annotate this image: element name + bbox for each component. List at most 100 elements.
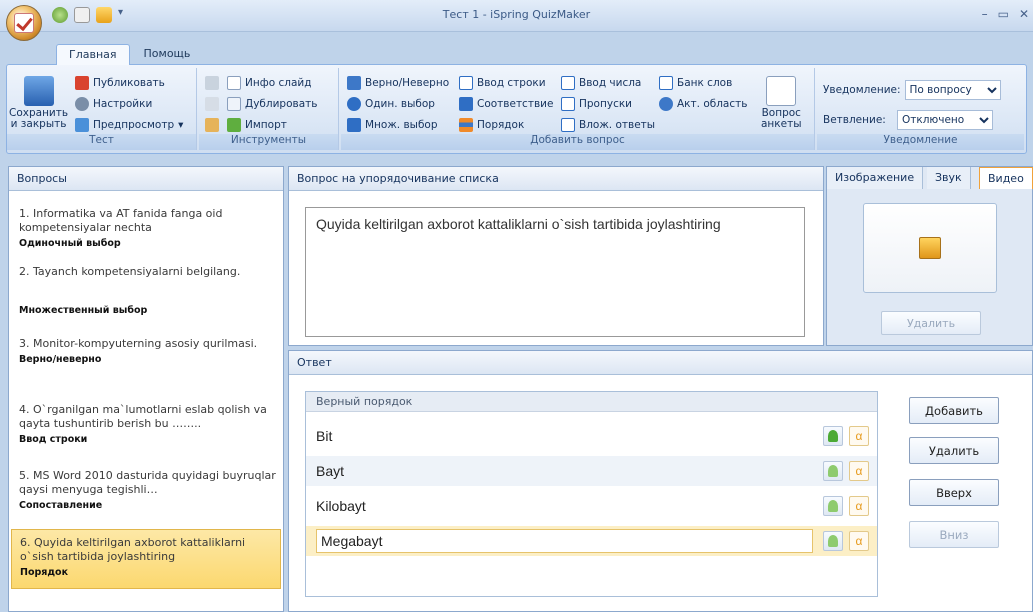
tab-video[interactable]: Видео (979, 167, 1033, 189)
feedback-icon[interactable] (823, 426, 843, 446)
group-label-test: Тест (7, 134, 196, 150)
feedback-icon[interactable] (823, 461, 843, 481)
info-slide-button[interactable]: Инфо слайд (227, 76, 311, 90)
answer-row[interactable]: Bit α (306, 421, 877, 451)
short-answer-button[interactable]: Ввод строки (459, 76, 546, 90)
settings-button[interactable]: Настройки (75, 97, 152, 111)
duplicate-icon (227, 97, 241, 111)
video-icon (919, 237, 941, 259)
paste-button[interactable] (205, 118, 219, 132)
survey-icon (766, 76, 797, 106)
scissors-icon (205, 76, 219, 90)
true-false-icon (347, 76, 361, 90)
question-type: Ввод строки (19, 434, 88, 445)
dropdowns-button[interactable]: Влож. ответы (561, 118, 655, 132)
question-type: Верно/неверно (19, 354, 102, 365)
survey-question-button[interactable]: Вопрос анкеты (761, 76, 802, 130)
group-notification: Уведомление: По вопросу Ветвление: Отклю… (817, 68, 1024, 150)
questions-panel-title: Вопросы (9, 167, 283, 191)
group-tools: Инфо слайд Дублировать Импорт Инструмент… (199, 68, 339, 150)
delete-answer-button[interactable]: Удалить (909, 437, 999, 464)
minimize-icon[interactable]: – (982, 7, 988, 21)
window-title: Тест 1 - iSpring QuizMaker (442, 8, 591, 21)
fill-blanks-button[interactable]: Пропуски (561, 97, 632, 111)
answer-row[interactable]: Bayt α (306, 456, 877, 486)
question-item[interactable]: 1. Informatika va AT fanida fanga oid ko… (19, 207, 281, 249)
sequence-button[interactable]: Порядок (459, 118, 524, 132)
sequence-icon (459, 118, 473, 132)
question-item[interactable]: 5. MS Word 2010 dasturida quyidagi buyru… (19, 469, 281, 511)
question-text-input[interactable]: Quyida keltirilgan axborot kattaliklarni… (305, 207, 805, 337)
import-button[interactable]: Импорт (227, 118, 287, 132)
question-item[interactable]: 2. Tayanch kompetensiyalarni belgilang. … (19, 265, 281, 316)
duplicate-button[interactable]: Дублировать (227, 97, 317, 111)
feedback-icon[interactable] (823, 496, 843, 516)
answer-panel: Ответ Верный порядок Bit α Bayt α Kiloba… (288, 350, 1033, 612)
numeric-button[interactable]: Ввод числа (561, 76, 641, 90)
radio-icon (347, 97, 361, 111)
tab-image[interactable]: Изображение (827, 167, 924, 189)
answer-input[interactable]: Megabayt (316, 529, 813, 553)
answer-row[interactable]: Kilobayt α (306, 491, 877, 521)
single-choice-button[interactable]: Один. выбор (347, 97, 435, 111)
question-item-selected[interactable]: 6. Quyida keltirilgan axborot kattalikla… (11, 529, 281, 589)
answer-panel-title: Ответ (289, 351, 1032, 375)
branch-select[interactable]: Отключено (897, 110, 993, 130)
group-label-add-question: Добавить вопрос (341, 134, 814, 150)
move-down-button[interactable]: Вниз (909, 521, 999, 548)
formula-icon[interactable]: α (849, 461, 869, 481)
app-logo-icon (14, 13, 34, 33)
answer-row-selected[interactable]: Megabayt α (306, 526, 877, 556)
tab-help[interactable]: Помощь (132, 44, 203, 65)
publish-button[interactable]: Публиковать (75, 76, 165, 90)
gear-icon (75, 97, 89, 111)
media-panel: Изображение Звук Видео Удалить (826, 166, 1033, 346)
video-drop-area[interactable] (863, 203, 997, 293)
copy-button[interactable] (205, 97, 219, 111)
dropdown-icon (561, 118, 575, 132)
true-false-button[interactable]: Верно/Неверно (347, 76, 449, 90)
app-menu-button[interactable] (6, 5, 42, 41)
question-panel-title: Вопрос на упорядочивание списка (289, 167, 823, 191)
notify-select[interactable]: По вопросу (904, 80, 1001, 100)
question-item[interactable]: 3. Monitor-kompyuterning asosiy qurilmas… (19, 337, 281, 365)
paste-icon (205, 118, 219, 132)
group-test: Сохранить и закрыть Публиковать Настройк… (7, 68, 197, 150)
add-answer-button[interactable]: Добавить (909, 397, 999, 424)
matching-button[interactable]: Соответствие (459, 97, 553, 111)
maximize-icon[interactable]: ▭ (998, 7, 1009, 21)
question-type: Множественный выбор (19, 305, 148, 316)
formula-icon[interactable]: α (849, 426, 869, 446)
preview-icon (75, 118, 89, 132)
import-icon (227, 118, 241, 132)
hotspot-button[interactable]: Акт. область (659, 97, 747, 111)
cut-button[interactable] (205, 76, 219, 90)
publish-icon (75, 76, 89, 90)
group-label-notification: Уведомление (817, 134, 1024, 150)
question-type: Порядок (20, 567, 69, 578)
save-close-button[interactable]: Сохранить и закрыть (9, 76, 68, 130)
numeric-icon (561, 76, 575, 90)
formula-icon[interactable]: α (849, 531, 869, 551)
question-type: Сопоставление (19, 500, 103, 511)
chevron-down-icon: ▾ (178, 119, 184, 131)
move-up-button[interactable]: Вверх (909, 479, 999, 506)
ribbon: Сохранить и закрыть Публиковать Настройк… (6, 64, 1027, 154)
checkbox-icon (347, 118, 361, 132)
tab-sound[interactable]: Звук (927, 167, 971, 189)
formula-icon[interactable]: α (849, 496, 869, 516)
close-icon[interactable]: ✕ (1019, 7, 1029, 21)
question-item[interactable]: 4. O`rganilgan ma`lumotlarni eslab qolis… (19, 403, 281, 445)
media-delete-button[interactable]: Удалить (881, 311, 981, 335)
feedback-icon[interactable] (823, 531, 843, 551)
slide-icon (227, 76, 241, 90)
hotspot-icon (659, 97, 673, 111)
preview-button[interactable]: Предпросмотр ▾ (75, 118, 183, 132)
word-bank-button[interactable]: Банк слов (659, 76, 732, 90)
copy-icon (205, 97, 219, 111)
save-icon (23, 76, 54, 106)
multi-choice-button[interactable]: Множ. выбор (347, 118, 438, 132)
group-label-tools: Инструменты (199, 134, 338, 150)
tab-home[interactable]: Главная (56, 44, 130, 65)
question-type: Одиночный выбор (19, 238, 121, 249)
